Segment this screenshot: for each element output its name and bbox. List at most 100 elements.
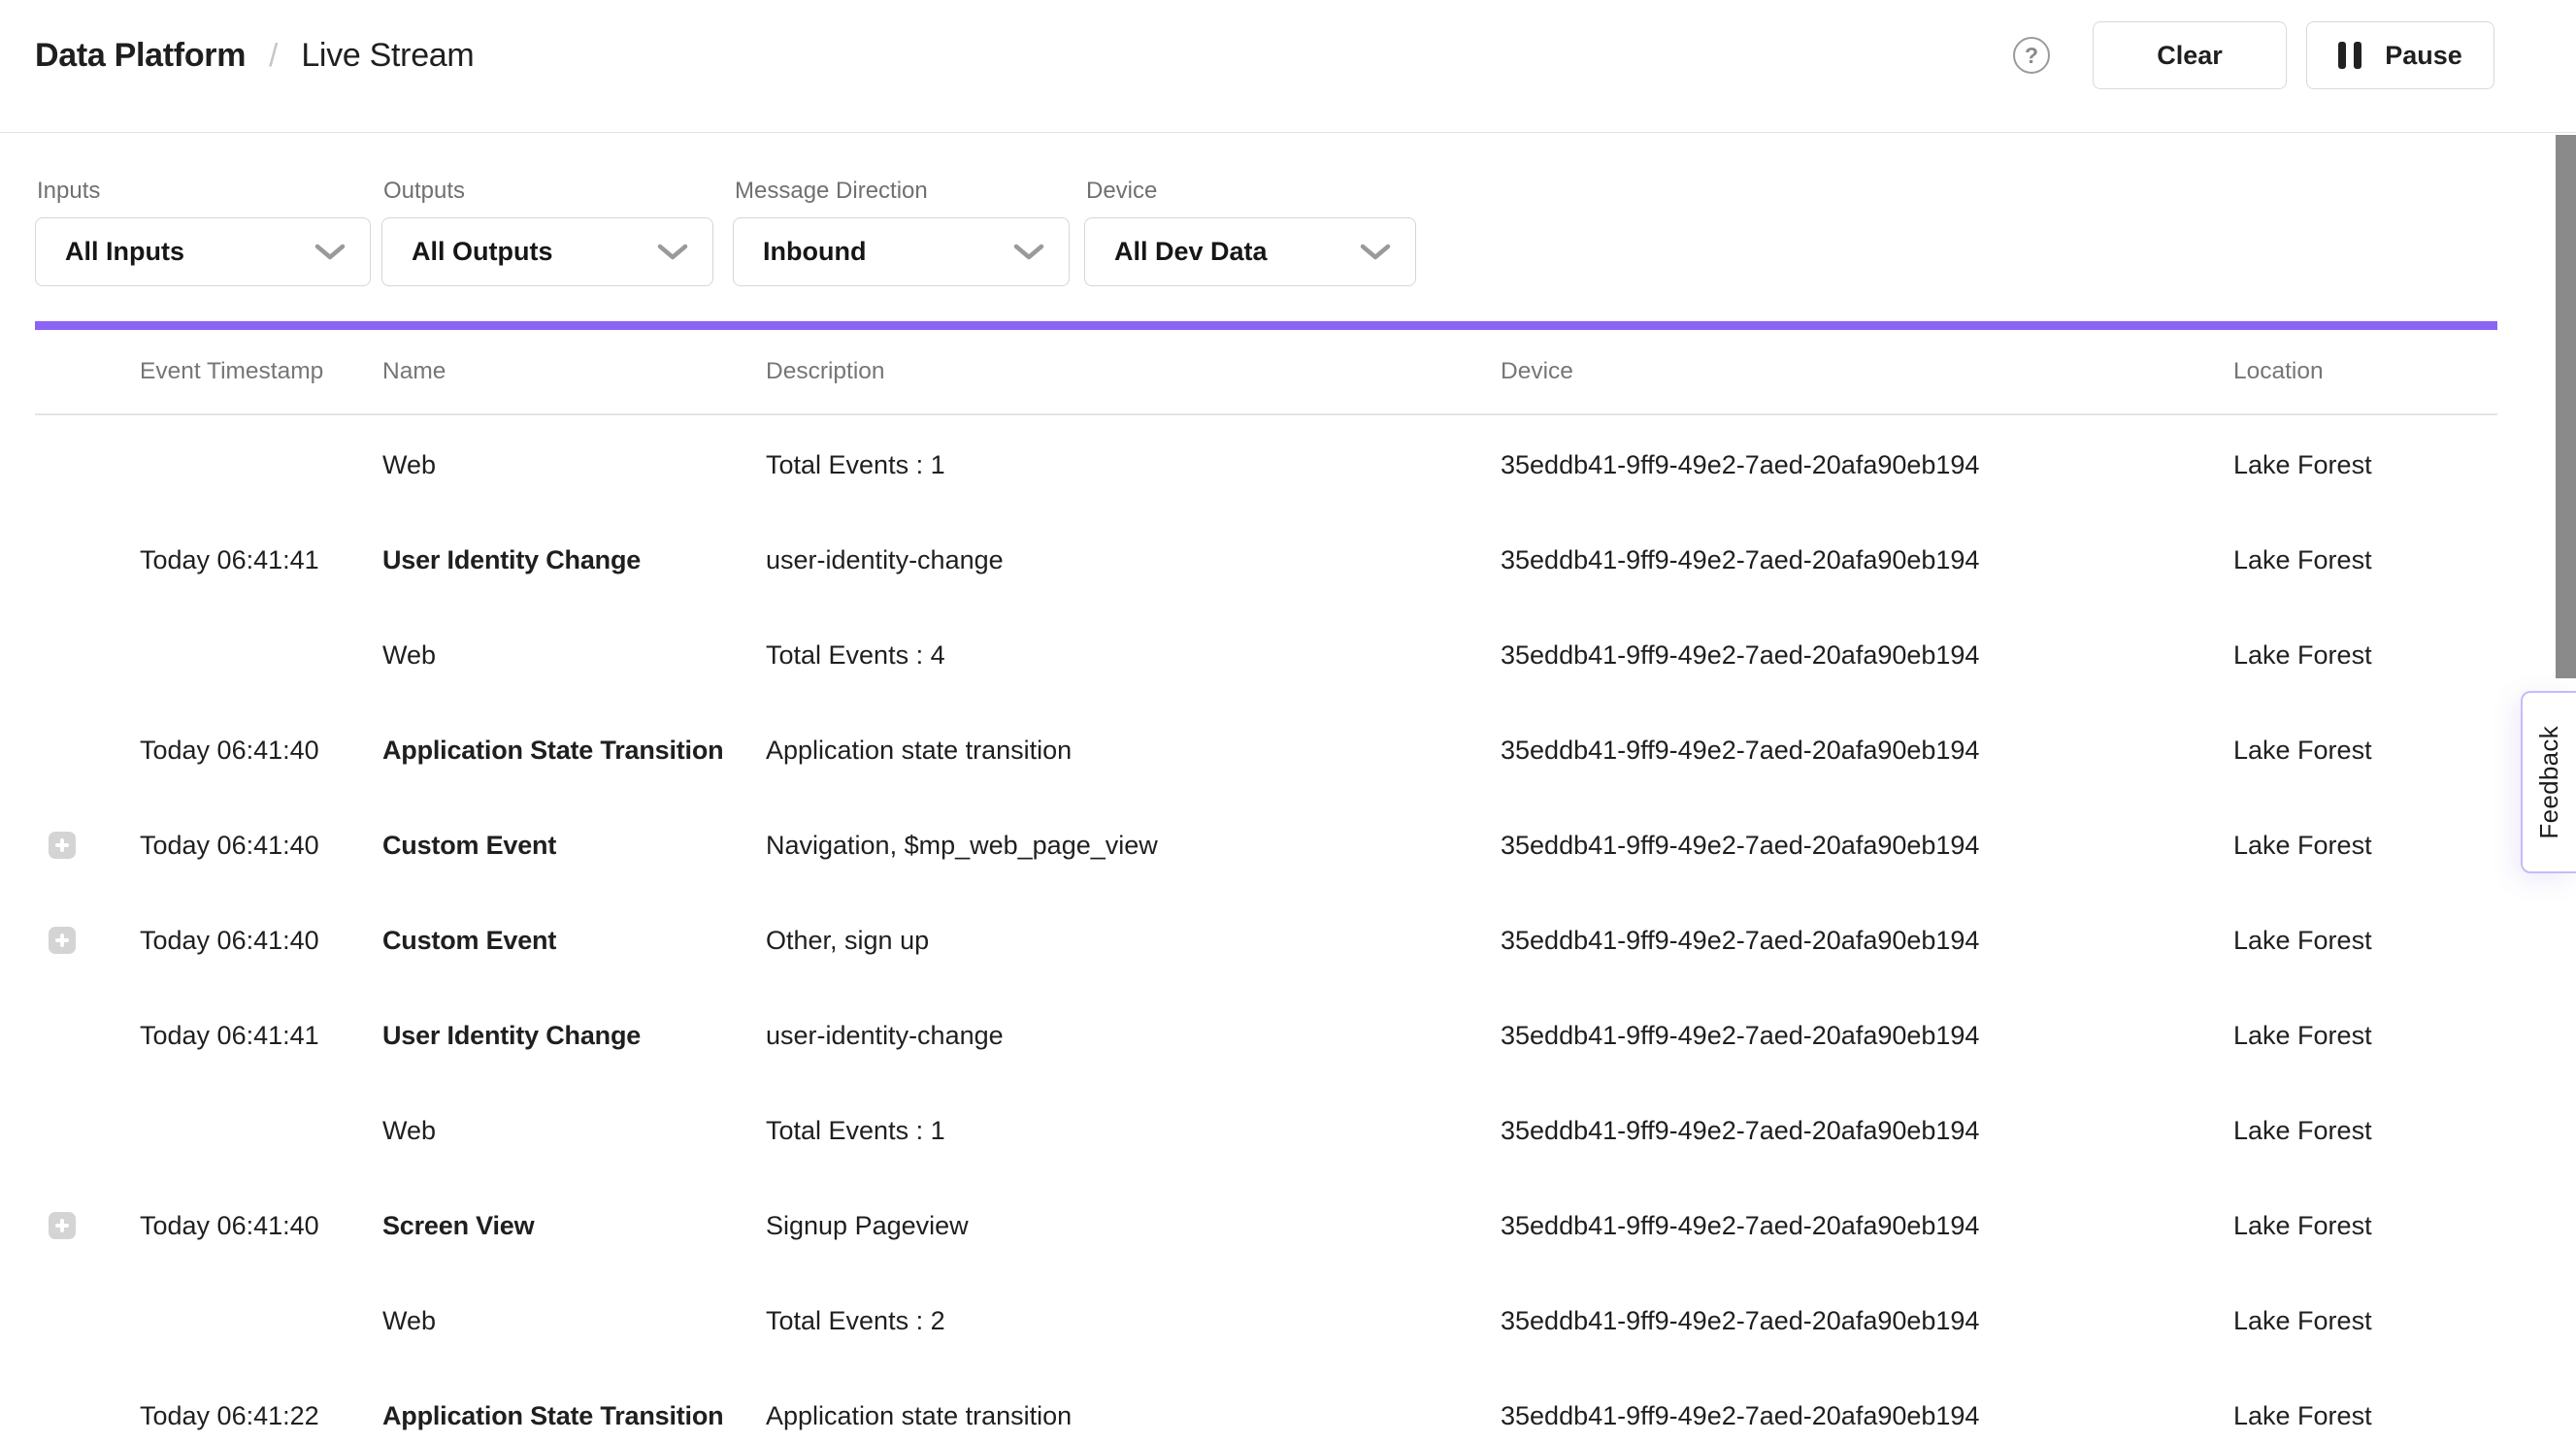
inputs-label: Inputs [37,178,100,205]
table-row[interactable]: Web Total Events : 1 35eddb41-9ff9-49e2-… [35,1083,2497,1178]
event-location: Lake Forest [2233,1021,2497,1051]
inputs-dropdown[interactable]: All Inputs [35,217,371,286]
event-description: Application state transition [766,736,1501,766]
table-row[interactable]: Today 06:41:22 Application State Transit… [35,1368,2497,1442]
event-device: 35eddb41-9ff9-49e2-7aed-20afa90eb194 [1501,1021,2233,1051]
event-name: Application State Transition [382,736,766,766]
event-device: 35eddb41-9ff9-49e2-7aed-20afa90eb194 [1501,1211,2233,1241]
expand-plus-icon[interactable] [49,832,76,859]
event-description: Other, sign up [766,926,1501,956]
event-name: Web [382,1306,766,1336]
page-title: Live Stream [301,37,474,75]
vertical-scrollbar-thumb[interactable] [2556,135,2576,678]
event-description: user-identity-change [766,545,1501,575]
event-location: Lake Forest [2233,640,2497,671]
expand-plus-icon[interactable] [49,1212,76,1239]
pause-button-label: Pause [2385,41,2462,71]
event-location: Lake Forest [2233,1211,2497,1241]
message-direction-dropdown[interactable]: Inbound [733,217,1070,286]
event-timestamp: Today 06:41:41 [140,545,382,575]
event-device: 35eddb41-9ff9-49e2-7aed-20afa90eb194 [1501,926,2233,956]
inputs-dropdown-value: All Inputs [65,237,184,267]
feedback-tab-label: Feedback [2534,726,2564,839]
table-row[interactable]: Today 06:41:40 Custom Event Other, sign … [35,893,2497,988]
device-dropdown[interactable]: All Dev Data [1084,217,1416,286]
column-event-timestamp: Event Timestamp [140,358,382,385]
event-description: Total Events : 4 [766,640,1501,671]
event-description: Application state transition [766,1401,1501,1431]
table-row[interactable]: Today 06:41:40 Application State Transit… [35,703,2497,798]
event-timestamp: Today 06:41:40 [140,736,382,766]
accent-divider [35,321,2497,330]
chevron-down-icon [1012,243,1045,262]
event-name: Screen View [382,1211,766,1241]
column-device: Device [1501,358,2233,385]
event-description: Total Events : 2 [766,1306,1501,1336]
event-location: Lake Forest [2233,831,2497,861]
table-header: Event Timestamp Name Description Device … [35,330,2497,415]
table-row[interactable]: Web Total Events : 2 35eddb41-9ff9-49e2-… [35,1273,2497,1368]
table-row[interactable]: Today 06:41:40 Screen View Signup Pagevi… [35,1178,2497,1273]
clear-button[interactable]: Clear [2093,21,2287,89]
expand-plus-icon[interactable] [49,927,76,954]
event-device: 35eddb41-9ff9-49e2-7aed-20afa90eb194 [1501,450,2233,480]
event-device: 35eddb41-9ff9-49e2-7aed-20afa90eb194 [1501,545,2233,575]
event-name: Application State Transition [382,1401,766,1431]
event-stream-table: Web Total Events : 1 35eddb41-9ff9-49e2-… [35,417,2497,1442]
event-device: 35eddb41-9ff9-49e2-7aed-20afa90eb194 [1501,831,2233,861]
event-location: Lake Forest [2233,1116,2497,1146]
message-direction-label: Message Direction [735,178,928,205]
outputs-dropdown[interactable]: All Outputs [381,217,713,286]
event-timestamp: Today 06:41:40 [140,926,382,956]
event-location: Lake Forest [2233,1306,2497,1336]
event-location: Lake Forest [2233,926,2497,956]
pause-button[interactable]: Pause [2306,21,2494,89]
event-description: user-identity-change [766,1021,1501,1051]
chevron-down-icon [314,243,347,262]
chevron-down-icon [1359,243,1392,262]
event-timestamp: Today 06:41:40 [140,831,382,861]
event-description: Total Events : 1 [766,1116,1501,1146]
event-timestamp: Today 06:41:41 [140,1021,382,1051]
table-row[interactable]: Web Total Events : 4 35eddb41-9ff9-49e2-… [35,607,2497,703]
event-name: Custom Event [382,831,766,861]
page-header: Data Platform / Live Stream ? Clear Paus… [0,0,2576,133]
event-location: Lake Forest [2233,545,2497,575]
event-name: Web [382,1116,766,1146]
header-actions: ? Clear Pause [2013,21,2494,89]
column-description: Description [766,358,1501,385]
event-name: Web [382,640,766,671]
event-device: 35eddb41-9ff9-49e2-7aed-20afa90eb194 [1501,736,2233,766]
message-direction-dropdown-value: Inbound [763,237,866,267]
pause-icon [2338,42,2361,69]
event-location: Lake Forest [2233,1401,2497,1431]
breadcrumb: Data Platform / Live Stream [35,0,474,112]
event-name: Web [382,450,766,480]
chevron-down-icon [656,243,689,262]
table-row[interactable]: Today 06:41:40 Custom Event Navigation, … [35,798,2497,893]
table-row[interactable]: Today 06:41:41 User Identity Change user… [35,988,2497,1083]
event-description: Navigation, $mp_web_page_view [766,831,1501,861]
breadcrumb-separator: / [269,37,278,74]
device-label: Device [1086,178,1157,205]
event-name: User Identity Change [382,545,766,575]
event-location: Lake Forest [2233,736,2497,766]
breadcrumb-section[interactable]: Data Platform [35,37,246,75]
filter-bar: Inputs All Inputs Outputs All Outputs Me… [0,133,2576,321]
table-row[interactable]: Web Total Events : 1 35eddb41-9ff9-49e2-… [35,417,2497,512]
event-device: 35eddb41-9ff9-49e2-7aed-20afa90eb194 [1501,1401,2233,1431]
event-device: 35eddb41-9ff9-49e2-7aed-20afa90eb194 [1501,1306,2233,1336]
event-name: User Identity Change [382,1021,766,1051]
column-name: Name [382,358,766,385]
feedback-tab[interactable]: Feedback [2521,691,2576,873]
event-timestamp: Today 06:41:22 [140,1401,382,1431]
expand-cell [35,832,140,859]
event-description: Signup Pageview [766,1211,1501,1241]
event-name: Custom Event [382,926,766,956]
event-device: 35eddb41-9ff9-49e2-7aed-20afa90eb194 [1501,640,2233,671]
table-row[interactable]: Today 06:41:41 User Identity Change user… [35,512,2497,607]
help-icon[interactable]: ? [2013,37,2050,74]
event-device: 35eddb41-9ff9-49e2-7aed-20afa90eb194 [1501,1116,2233,1146]
device-dropdown-value: All Dev Data [1114,237,1268,267]
expand-cell [35,927,140,954]
